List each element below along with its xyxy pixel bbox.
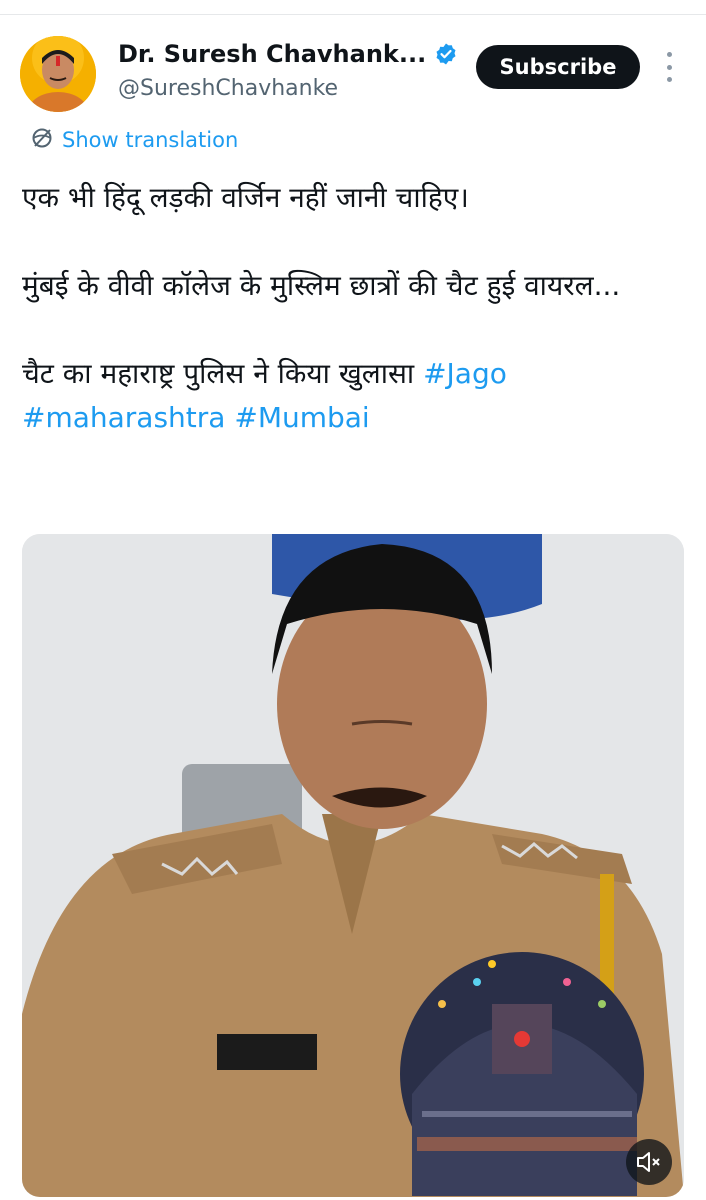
show-translation-label: Show translation [62, 128, 239, 152]
tweet-text-line-3-prefix: चैट का महाराष्ट्र पुलिस ने किया खुलासा [22, 357, 424, 390]
tweet-text-line-2: मुंबई के वीवी कॉलेज के मुस्लिम छात्रों क… [22, 269, 621, 302]
subscribe-button[interactable]: Subscribe [476, 45, 640, 89]
tweet-header: Dr. Suresh Chavhank... @SureshChavhanke … [0, 0, 706, 120]
author-display-name[interactable]: Dr. Suresh Chavhank... [118, 40, 426, 68]
video-frame [22, 534, 684, 1197]
tweet-body: एक भी हिंदू लड़की वर्जिन नहीं जानी चाहिए… [22, 176, 682, 440]
verified-badge-icon [434, 42, 458, 66]
hashtag-jago[interactable]: #Jago [423, 357, 507, 390]
author-avatar[interactable] [20, 36, 96, 112]
show-translation-link[interactable]: Show translation [30, 126, 238, 154]
tweet-text-line-3: चैट का महाराष्ट्र पुलिस ने किया खुलासा #… [22, 352, 682, 440]
muted-speaker-icon[interactable] [626, 1139, 672, 1185]
more-vertical-icon[interactable] [658, 52, 680, 82]
tweet-text-line-1: एक भी हिंदू लड़की वर्जिन नहीं जानी चाहिए… [22, 181, 469, 214]
tweet-video[interactable] [22, 534, 684, 1197]
hashtag-maharashtra[interactable]: #maharashtra [22, 401, 225, 434]
author-handle[interactable]: @SureshChavhanke [118, 76, 338, 101]
globe-icon [30, 126, 54, 154]
hashtag-mumbai[interactable]: #Mumbai [234, 401, 369, 434]
author-name-line: Dr. Suresh Chavhank... [118, 40, 458, 68]
